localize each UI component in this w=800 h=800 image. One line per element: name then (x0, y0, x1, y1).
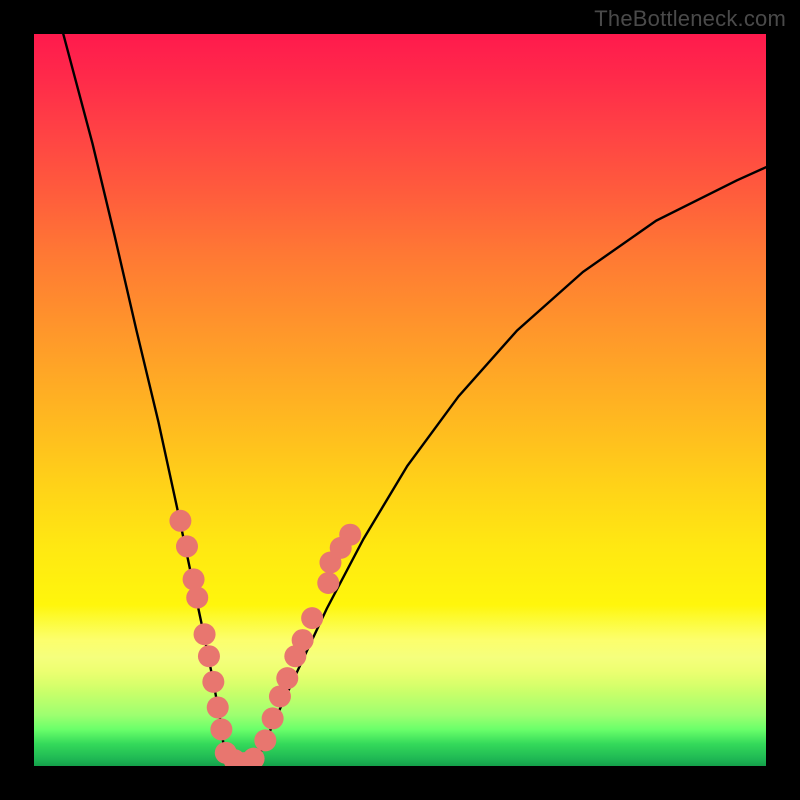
marker-right-icon (262, 707, 284, 729)
marker-right-icon (301, 607, 323, 629)
plot-area (34, 34, 766, 766)
data-markers (169, 510, 361, 766)
marker-right-icon (254, 729, 276, 751)
chart-frame: TheBottleneck.com (0, 0, 800, 800)
marker-left-icon (169, 510, 191, 532)
marker-right-icon (276, 667, 298, 689)
marker-left-icon (202, 671, 224, 693)
marker-left-icon (186, 587, 208, 609)
marker-left-icon (198, 645, 220, 667)
marker-left-icon (176, 535, 198, 557)
marker-left-icon (194, 623, 216, 645)
marker-right-icon (317, 572, 339, 594)
curve-svg (34, 34, 766, 766)
watermark-text: TheBottleneck.com (594, 6, 786, 32)
marker-right-icon (292, 629, 314, 651)
marker-left-icon (183, 568, 205, 590)
marker-left-icon (207, 696, 229, 718)
marker-left-icon (210, 718, 232, 740)
bottleneck-curve (63, 34, 766, 763)
marker-right-icon (339, 524, 361, 546)
